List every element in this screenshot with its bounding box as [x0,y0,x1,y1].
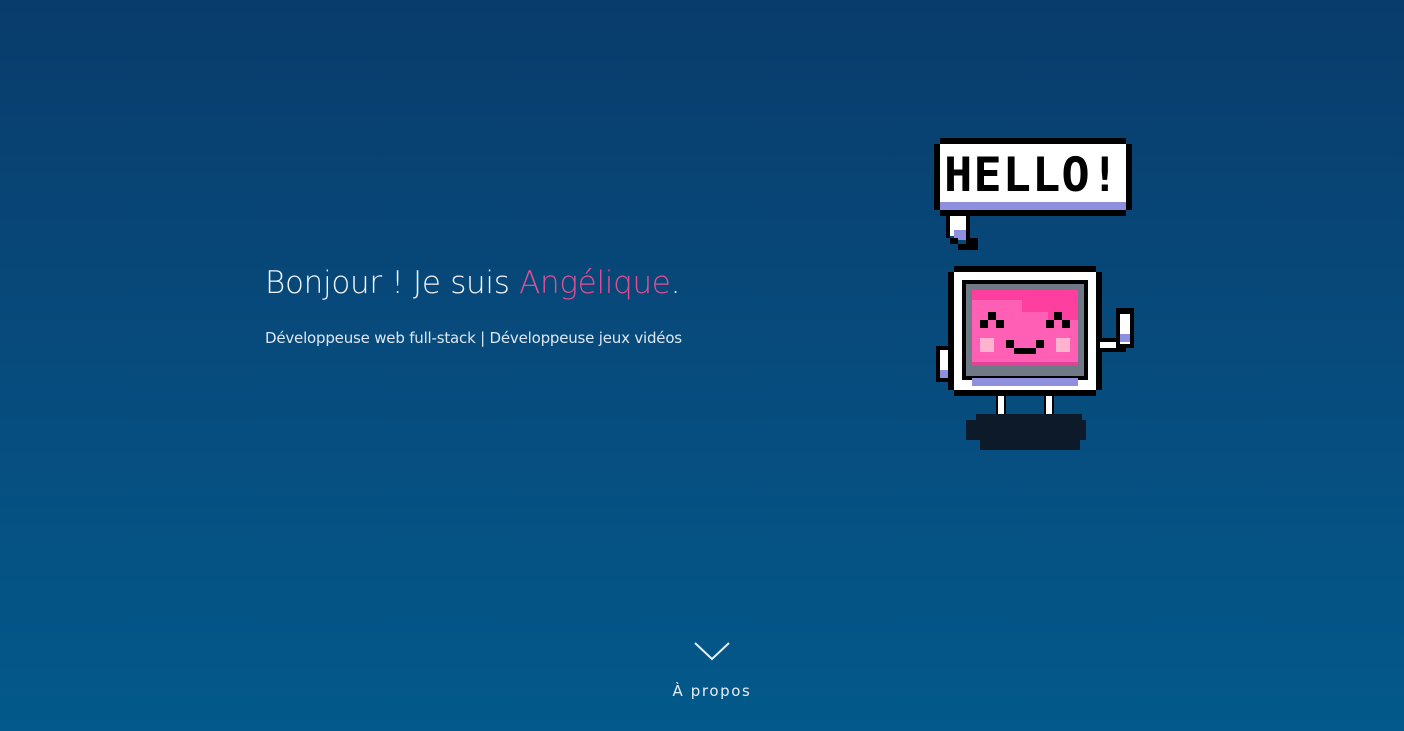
right-arm [1100,308,1134,352]
scroll-to-about-link[interactable]: À propos [652,640,772,710]
speech-bubble: HELLO! [934,138,1132,250]
chevron-down-icon[interactable] [693,640,731,662]
hero-greeting: Bonjour ! Je suis Angélique. [265,262,825,304]
greeting-suffix: . [670,265,681,301]
hello-text: HELLO! [944,148,1120,203]
greeting-prefix: Bonjour ! Je suis [265,265,520,301]
scroll-label[interactable]: À propos [652,682,772,700]
left-arm [936,346,950,382]
pixel-computer-mascot-icon: HELLO! [932,138,1140,452]
hero-text: Bonjour ! Je suis Angélique. Développeus… [265,262,825,348]
monitor [948,266,1102,396]
hero-subtitle: Développeuse web full-stack | Développeu… [265,329,682,347]
ground-shadow [966,414,1086,450]
hero-name: Angélique [519,265,671,301]
